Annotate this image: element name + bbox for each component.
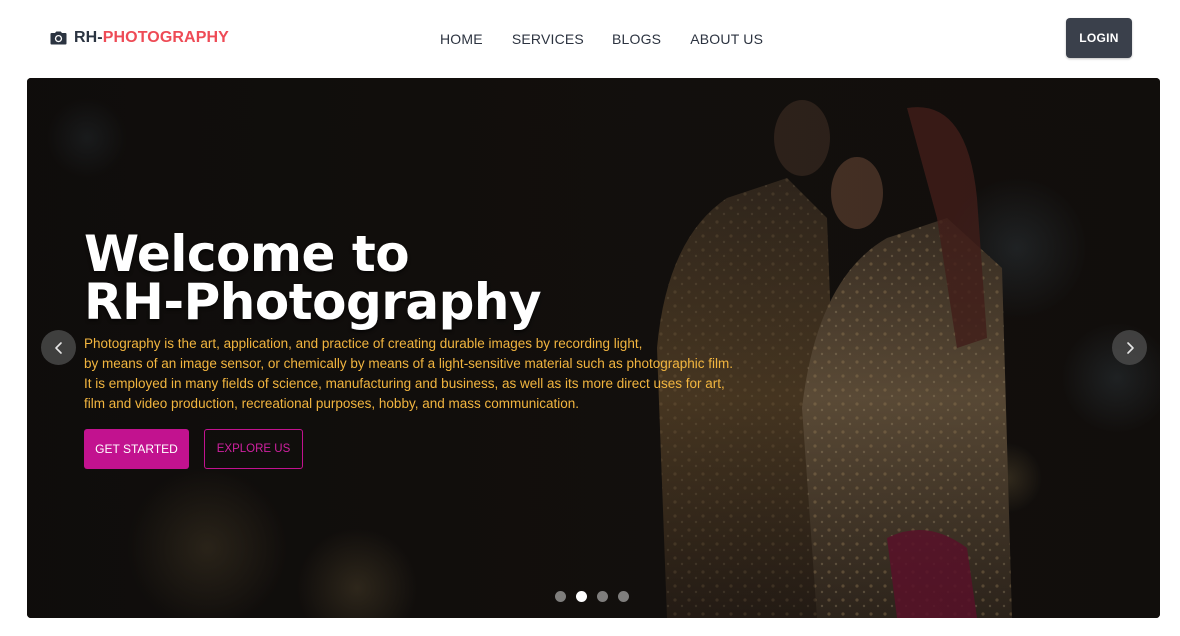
nav-about-us[interactable]: ABOUT US (690, 31, 763, 47)
hero-description-line: Photography is the art, application, and… (84, 336, 643, 351)
hero-title: Welcome to RH-Photography (84, 225, 542, 331)
explore-us-button[interactable]: EXPLORE US (204, 429, 303, 469)
carousel-dot[interactable] (597, 591, 608, 602)
carousel-dot[interactable] (555, 591, 566, 602)
hero-title-line1: Welcome to (84, 225, 410, 283)
brand-suffix: PHOTOGRAPHY (102, 29, 229, 46)
brand-name: RH-PHOTOGRAPHY (74, 29, 229, 47)
camera-icon (50, 31, 67, 45)
hero-carousel: Welcome to RH-Photography Photography is… (27, 78, 1160, 618)
carousel-dot[interactable] (618, 591, 629, 602)
carousel-next-button[interactable] (1112, 330, 1147, 365)
chevron-right-icon (1126, 341, 1134, 354)
chevron-left-icon (54, 341, 62, 354)
hero-description: Photography is the art, application, and… (84, 334, 804, 414)
hero-description-line: film and video production, recreational … (84, 396, 580, 411)
hero-title-line2: RH-Photography (84, 273, 542, 331)
hero-description-line: by means of an image sensor, or chemical… (84, 356, 734, 371)
carousel-indicators (555, 591, 629, 602)
nav-blogs[interactable]: BLOGS (612, 31, 661, 47)
nav-home[interactable]: HOME (440, 31, 483, 47)
hero-description-line: It is employed in many fields of science… (84, 376, 725, 391)
carousel-dot-active[interactable] (576, 591, 587, 602)
nav-services[interactable]: SERVICES (512, 31, 584, 47)
carousel-prev-button[interactable] (41, 330, 76, 365)
brand-prefix: RH- (74, 29, 103, 46)
get-started-button[interactable]: GET STARTED (84, 429, 189, 469)
site-header: RH-PHOTOGRAPHY HOME SERVICES BLOGS ABOUT… (0, 0, 1180, 78)
login-button[interactable]: LOGIN (1066, 18, 1132, 58)
brand-logo[interactable]: RH-PHOTOGRAPHY (50, 29, 229, 47)
main-nav: HOME SERVICES BLOGS ABOUT US (440, 31, 763, 47)
